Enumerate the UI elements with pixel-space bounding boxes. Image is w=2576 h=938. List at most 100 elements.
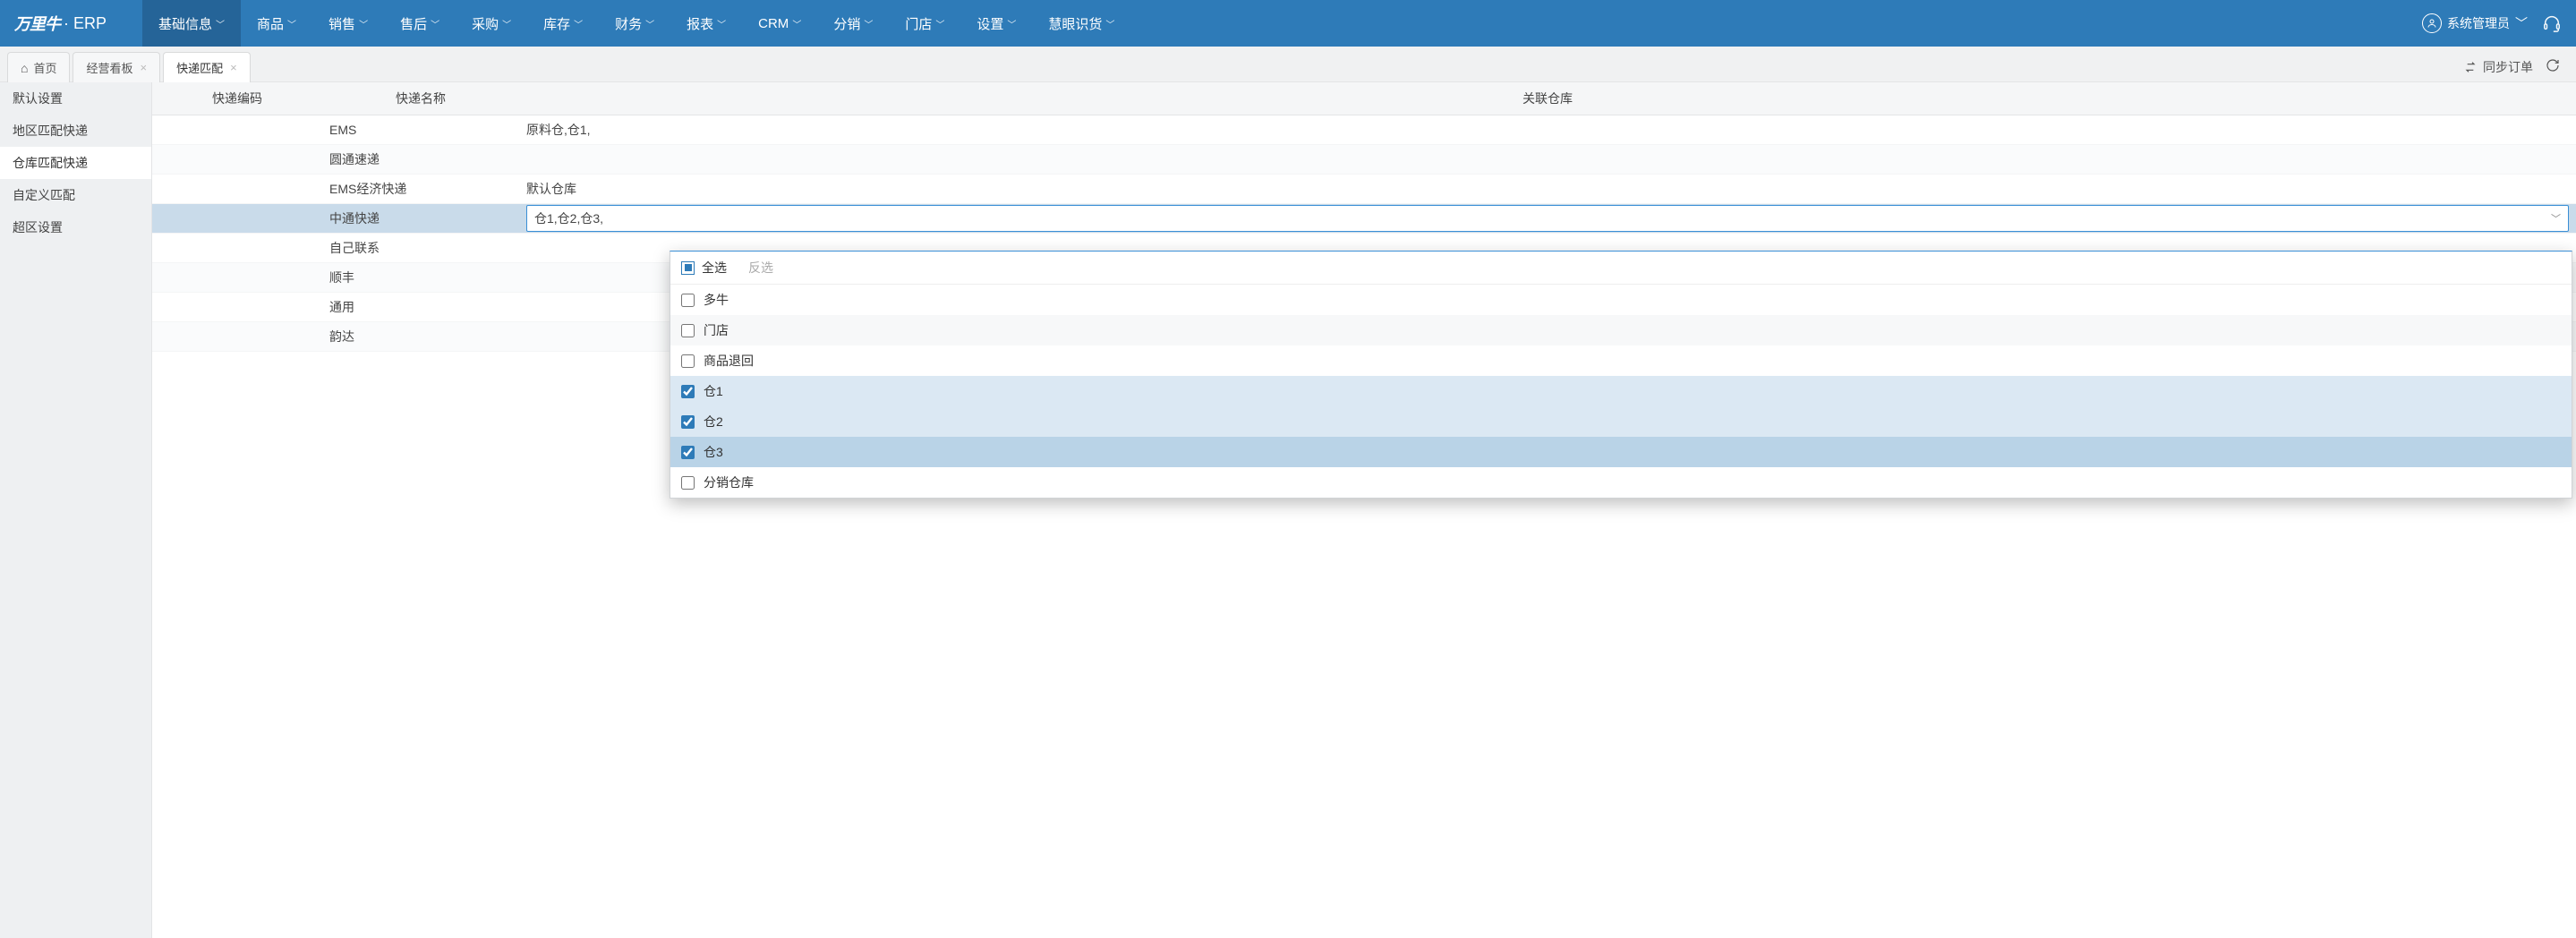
cell-warehouse[interactable]: 默认仓库	[519, 174, 2576, 203]
cell-name[interactable]: 圆通速递	[322, 144, 519, 174]
table-row[interactable]: 圆通速递	[152, 144, 2576, 174]
chevron-down-icon: ﹀	[645, 17, 654, 30]
option-checkbox[interactable]	[681, 446, 695, 459]
nav-item[interactable]: 分销 ﹀	[817, 0, 889, 47]
table-header-row: 快递编码 快递名称 关联仓库	[152, 82, 2576, 115]
chevron-down-icon: ﹀	[2551, 211, 2561, 226]
nav-item-label: 商品	[257, 14, 284, 33]
nav-item[interactable]: 报表﹀	[670, 0, 742, 47]
cell-code[interactable]	[152, 262, 322, 292]
user-menu[interactable]: 系统管理员 ﹀	[2422, 13, 2528, 33]
sidebar-item[interactable]: 仓库匹配快递	[0, 147, 151, 179]
cell-warehouse[interactable]: 原料仓,仓1,	[519, 115, 2576, 144]
cell-code[interactable]	[152, 144, 322, 174]
tab[interactable]: ⌂ 首页	[7, 52, 70, 82]
dropdown-option[interactable]: 分销仓库	[670, 467, 2572, 498]
nav-item[interactable]: 设置 ﹀	[960, 0, 1032, 47]
table-row[interactable]: 中通快递仓1,仓2,仓3,﹀	[152, 203, 2576, 233]
warehouse-multiselect-dropdown[interactable]: 全选 反选 多牛门店商品退回仓1仓2 仓3 分销仓库	[670, 251, 2572, 499]
sidebar-item[interactable]: 默认设置	[0, 82, 151, 115]
option-checkbox[interactable]	[681, 385, 695, 398]
sidebar-item[interactable]: 自定义匹配	[0, 179, 151, 211]
col-header-name[interactable]: 快递名称	[322, 82, 519, 115]
nav-item-label: 售后	[400, 14, 427, 33]
cell-name[interactable]: 通用	[322, 292, 519, 321]
user-label: 系统管理员	[2447, 14, 2510, 32]
dropdown-option[interactable]: 门店	[670, 315, 2572, 345]
tab[interactable]: 快递匹配×	[163, 52, 251, 82]
home-icon: ⌂	[21, 61, 28, 75]
refresh-icon[interactable]	[2546, 58, 2560, 75]
nav-item[interactable]: 门店﹀	[889, 0, 960, 47]
cell-code[interactable]	[152, 115, 322, 144]
dropdown-option[interactable]: 仓3	[670, 437, 2572, 467]
option-checkbox[interactable]	[681, 476, 695, 490]
option-checkbox[interactable]	[681, 324, 695, 337]
sidebar-item-label: 地区匹配快递	[13, 122, 88, 140]
nav-item[interactable]: 销售﹀	[312, 0, 384, 47]
cell-code[interactable]	[152, 203, 322, 233]
sidebar-item[interactable]: 地区匹配快递	[0, 115, 151, 147]
cell-name[interactable]: EMS经济快递	[322, 174, 519, 203]
col-header-code[interactable]: 快递编码	[152, 82, 322, 115]
nav-item-label: 库存	[543, 14, 570, 33]
nav-item[interactable]: CRM﹀	[742, 0, 817, 47]
dropdown-option[interactable]: 仓2	[670, 406, 2572, 437]
nav-item-label: 财务	[615, 14, 642, 33]
close-icon[interactable]: ×	[230, 61, 237, 74]
nav-item-label: 分销	[833, 14, 860, 33]
cell-name[interactable]: 韵达	[322, 321, 519, 351]
cell-name[interactable]: 自己联系	[322, 233, 519, 262]
cell-code[interactable]	[152, 233, 322, 262]
nav-item[interactable]: 采购﹀	[456, 0, 527, 47]
nav-item[interactable]: 商品﹀	[241, 0, 312, 47]
cell-code[interactable]	[152, 174, 322, 203]
nav-item-label: 慧眼识货	[1048, 14, 1102, 33]
nav-item[interactable]: 库存﹀	[527, 0, 599, 47]
option-label: 门店	[704, 321, 729, 339]
tabs-container: ⌂ 首页经营看板×快递匹配×	[7, 52, 253, 81]
nav-item-label: 设置	[977, 14, 1003, 33]
option-checkbox[interactable]	[681, 354, 695, 368]
col-header-warehouse[interactable]: 关联仓库	[519, 82, 2576, 115]
cell-name[interactable]: 顺丰	[322, 262, 519, 292]
cell-code[interactable]	[152, 292, 322, 321]
support-icon[interactable]	[2542, 13, 2562, 33]
cell-name[interactable]: 中通快递	[322, 203, 519, 233]
option-checkbox[interactable]	[681, 415, 695, 429]
dropdown-option[interactable]: 多牛	[670, 285, 2572, 315]
nav-item[interactable]: 慧眼识货﹀	[1032, 0, 1130, 47]
main-area: 默认设置地区匹配快递仓库匹配快递自定义匹配超区设置 快递编码 快递名称 关联仓库…	[0, 82, 2576, 938]
table-row[interactable]: EMS经济快递默认仓库	[152, 174, 2576, 203]
sidebar-item[interactable]: 超区设置	[0, 211, 151, 243]
tab[interactable]: 经营看板×	[73, 52, 160, 82]
cell-warehouse[interactable]	[519, 144, 2576, 174]
cell-name[interactable]: EMS	[322, 115, 519, 144]
chevron-down-icon: ﹀	[864, 17, 873, 30]
tab-bar: ⌂ 首页经营看板×快递匹配× 同步订单	[0, 47, 2576, 82]
nav-item[interactable]: 基础信息﹀	[142, 0, 241, 47]
dropdown-option[interactable]: 仓1	[670, 376, 2572, 406]
nav-item[interactable]: 售后 ﹀	[384, 0, 456, 47]
brand-logo: 万里牛	[14, 12, 60, 35]
chevron-down-icon: ﹀	[216, 17, 225, 30]
option-checkbox[interactable]	[681, 294, 695, 307]
sync-orders-button[interactable]: 同步订单	[2463, 58, 2533, 76]
dropdown-option[interactable]: 商品退回	[670, 345, 2572, 376]
cell-code[interactable]	[152, 321, 322, 351]
tab-label: 首页	[33, 59, 56, 76]
option-label: 仓3	[704, 443, 723, 461]
select-all-checkbox[interactable]: 全选	[681, 259, 727, 277]
sidebar-item-label: 默认设置	[13, 90, 63, 107]
chevron-down-icon: ﹀	[792, 17, 801, 30]
cell-warehouse[interactable]: 仓1,仓2,仓3,﹀	[519, 203, 2576, 233]
chevron-down-icon: ﹀	[431, 17, 439, 30]
nav-item[interactable]: 财务﹀	[599, 0, 670, 47]
inverse-select-link[interactable]: 反选	[748, 259, 773, 277]
close-icon[interactable]: ×	[141, 61, 148, 74]
chevron-down-icon: ﹀	[1007, 17, 1016, 30]
chevron-down-icon: ﹀	[935, 17, 944, 30]
nav-item-label: 门店	[905, 14, 932, 33]
warehouse-multiselect-input[interactable]: 仓1,仓2,仓3,﹀	[526, 205, 2569, 232]
table-row[interactable]: EMS原料仓,仓1,	[152, 115, 2576, 144]
